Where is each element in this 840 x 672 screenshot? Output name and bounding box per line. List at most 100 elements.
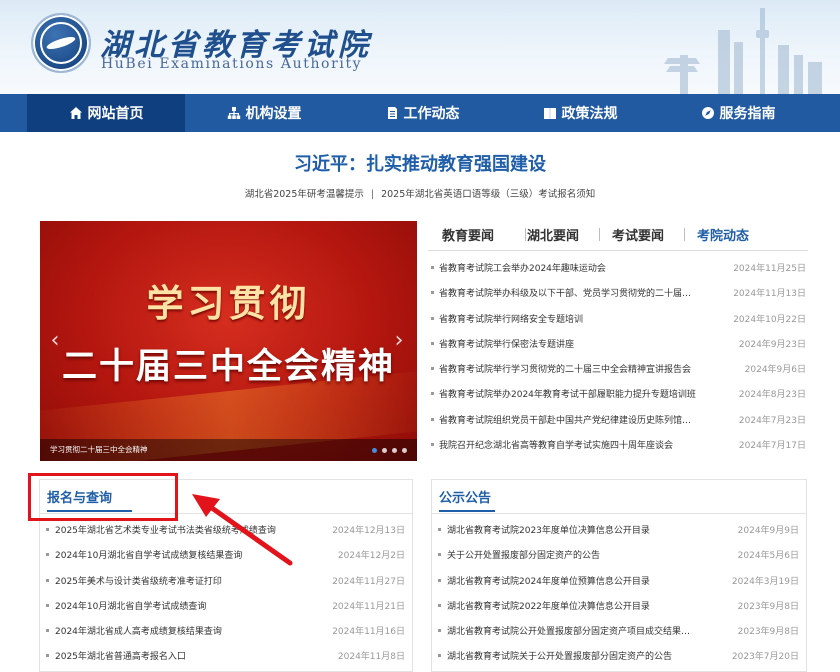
announcement-list-item[interactable]: 湖北省教育考试院2022年度单位决算信息公开目录 2023年9月8日 (432, 597, 806, 622)
news-carousel[interactable]: 学习贯彻 二十届三中全会精神 ‹ › 学习贯彻二十届三中全会精神 (40, 221, 417, 461)
item-date: 2023年9月8日 (737, 627, 799, 638)
headline-link[interactable]: 习近平：扎实推动教育强国建设 (0, 150, 840, 176)
item-title[interactable]: 2024年湖北省成人高考成绩复核结果查询 (55, 624, 320, 637)
nav-item-home[interactable]: 网站首页 (27, 94, 185, 132)
carousel-dot[interactable] (372, 448, 377, 453)
registration-list-item[interactable]: 2024年10月湖北省自学考试成绩查询 2024年11月21日 (40, 597, 412, 622)
news-list-item[interactable]: 省教育考试院举办科级及以下干部、党员学习贯彻党的二十届… 2024年11月13日 (428, 283, 808, 308)
registration-list-item[interactable]: 2025年美术与设计类省级统考准考证打印 2024年11月27日 (40, 572, 412, 597)
announcement-list-item[interactable]: 关于公开处置报废部分固定资产的公告 2024年5月6日 (432, 546, 806, 571)
news-title[interactable]: 省教育考试院工会举办2024年趣味运动会 (439, 261, 729, 274)
news-date: 2024年11月25日 (733, 264, 806, 274)
nav-item-work-news[interactable]: 工作动态 (343, 94, 501, 132)
nav-item-service-guide[interactable]: 服务指南 (659, 94, 817, 132)
news-list-item[interactable]: 我院召开纪念湖北省高等教育自学考试实施四十周年座谈会 2024年7月17日 (428, 435, 808, 460)
list-bullet (438, 553, 441, 557)
list-bullet (438, 603, 441, 607)
carousel-next-button[interactable]: › (389, 327, 409, 355)
tab-hubei-news[interactable]: 湖北要闻 (527, 225, 579, 244)
news-list-item[interactable]: 省教育考试院举行网络安全专题培训 2024年10月22日 (428, 309, 808, 334)
registration-query-list: 2025年湖北省艺术类专业考试书法类省级统考成绩查询 2024年12月13日 202… (40, 521, 412, 672)
news-tabs: 教育要闻 湖北要闻 考试要闻 考院动态 (428, 225, 808, 251)
item-title[interactable]: 关于公开处置报废部分固定资产的公告 (447, 548, 712, 561)
news-date: 2024年10月22日 (733, 314, 806, 325)
registration-query-title[interactable]: 报名与查询 (47, 487, 112, 506)
news-list-item[interactable]: 省教育考试院工会举办2024年趣味运动会 2024年11月25日 (428, 258, 808, 283)
panel-header: 公示公告 (432, 480, 806, 514)
announcement-list-item[interactable]: 湖北省教育考试院2024年度单位预算信息公开目录 2024年3月19日 (432, 572, 806, 597)
news-date: 2024年7月17日 (738, 441, 806, 452)
news-title[interactable]: 省教育考试院举行网络安全专题培训 (439, 312, 729, 325)
document-icon (385, 106, 399, 120)
tab-separator (599, 228, 600, 241)
item-title[interactable]: 2024年10月湖北省自学考试成绩查询 (55, 599, 320, 612)
nav-item-organization[interactable]: 机构设置 (185, 94, 343, 132)
news-title[interactable]: 省教育考试院组织党员干部赴中国共产党纪律建设历史陈列馆… (439, 413, 729, 426)
list-bullet (431, 392, 434, 396)
book-icon (543, 106, 557, 120)
carousel-dot[interactable] (402, 448, 407, 453)
tab-separator (525, 228, 526, 241)
announcement-list-item[interactable]: 湖北省教育考试院关于公开处置报废部分固定资产的公告 2023年7月20日 (432, 647, 806, 672)
item-date: 2024年12月13日 (332, 526, 405, 536)
item-title[interactable]: 湖北省教育考试院2022年度单位决算信息公开目录 (447, 599, 712, 612)
carousel-dot[interactable] (382, 448, 387, 453)
carousel-slide-subheading: 二十届三中全会精神 (61, 347, 395, 387)
list-bullet (46, 553, 49, 557)
item-date: 2024年11月21日 (332, 601, 405, 612)
notice-separator: | (370, 189, 375, 200)
news-title[interactable]: 省教育考试院举行学习贯彻党的二十届三中全会精神宣讲报告会 (439, 362, 729, 375)
list-bullet (46, 654, 49, 658)
announcements-title[interactable]: 公示公告 (439, 487, 491, 506)
registration-list-item[interactable]: 2024年湖北省成人高考成绩复核结果查询 2024年11月16日 (40, 622, 412, 647)
tab-exam-news[interactable]: 考试要闻 (612, 225, 664, 244)
notice-link-oral-english[interactable]: 2025年湖北省英语口语等级（三级）考试报名须知 (381, 189, 595, 200)
tab-education-news[interactable]: 教育要闻 (442, 225, 494, 244)
item-title[interactable]: 湖北省教育考试院关于公开处置报废部分固定资产的公告 (447, 649, 712, 662)
registration-list-item[interactable]: 2025年湖北省艺术类专业考试书法类省级统考成绩查询 2024年12月13日 (40, 521, 412, 546)
registration-list-item[interactable]: 2024年10月湖北省自学考试成绩复核结果查询 2024年12月2日 (40, 546, 412, 571)
item-date: 2024年11月16日 (332, 627, 405, 638)
news-list-item[interactable]: 省教育考试院举办2024年教育考试干部履职能力提升专题培训班 2024年8月23日 (428, 384, 808, 409)
list-bullet (431, 367, 434, 371)
notice-bar: 湖北省2025年研考温馨提示 | 2025年湖北省英语口语等级（三级）考试报名须知 (0, 186, 840, 200)
item-title[interactable]: 2024年10月湖北省自学考试成绩复核结果查询 (55, 548, 320, 561)
nav-label: 工作动态 (403, 106, 460, 122)
news-title[interactable]: 省教育考试院举办2024年教育考试干部履职能力提升专题培训班 (439, 387, 729, 400)
list-bullet (46, 578, 49, 582)
carousel-prev-button[interactable]: ‹ (45, 327, 65, 355)
item-date: 2023年7月20日 (731, 652, 799, 663)
compass-icon (701, 106, 715, 120)
announcements-panel: 公示公告 湖北省教育考试院2023年度单位决算信息公开目录 2024年9月9日 关于… (431, 479, 807, 672)
carousel-dot[interactable] (392, 448, 397, 453)
item-title[interactable]: 2025年湖北省艺术类专业考试书法类省级统考成绩查询 (55, 523, 320, 536)
item-title[interactable]: 2025年美术与设计类省级统考准考证打印 (55, 574, 320, 587)
news-title[interactable]: 省教育考试院举办科级及以下干部、党员学习贯彻党的二十届… (439, 286, 729, 299)
hubei-exam-seal-logo[interactable] (31, 13, 91, 73)
list-bullet (431, 316, 434, 320)
registration-list-item[interactable]: 2025年湖北省普通高考报名入口 2024年11月8日 (40, 647, 412, 672)
news-list-item[interactable]: 省教育考试院举行保密法专题讲座 2024年9月23日 (428, 334, 808, 359)
item-title[interactable]: 湖北省教育考试院2023年度单位决算信息公开目录 (447, 523, 712, 536)
list-bullet (431, 291, 434, 295)
list-bullet (431, 417, 434, 421)
nav-label: 机构设置 (245, 106, 302, 122)
news-list-item[interactable]: 省教育考试院组织党员干部赴中国共产党纪律建设历史陈列馆… 2024年7月23日 (428, 410, 808, 435)
list-bullet (46, 603, 49, 607)
item-title[interactable]: 2025年湖北省普通高考报名入口 (55, 649, 320, 662)
item-title[interactable]: 湖北省教育考试院公开处置报废部分固定资产项目成交结果… (447, 624, 712, 637)
item-date: 2023年9月8日 (737, 601, 799, 612)
site-header: 湖北省教育考试院 HuBei Examinations Authority (0, 0, 840, 94)
nav-item-policies[interactable]: 政策法规 (501, 94, 659, 132)
announcement-list-item[interactable]: 湖北省教育考试院2023年度单位决算信息公开目录 2024年9月9日 (432, 521, 806, 546)
panel-title-underline (439, 510, 495, 512)
announcement-list-item[interactable]: 湖北省教育考试院公开处置报废部分固定资产项目成交结果… 2023年9月8日 (432, 622, 806, 647)
item-title[interactable]: 湖北省教育考试院2024年度单位预算信息公开目录 (447, 574, 712, 587)
notice-link-grad-exam[interactable]: 湖北省2025年研考温馨提示 (245, 189, 364, 200)
item-date: 2024年11月27日 (332, 576, 405, 587)
tab-institute-news[interactable]: 考院动态 (697, 225, 749, 244)
news-title[interactable]: 我院召开纪念湖北省高等教育自学考试实施四十周年座谈会 (439, 438, 729, 451)
news-list-item[interactable]: 省教育考试院举行学习贯彻党的二十届三中全会精神宣讲报告会 2024年9月6日 (428, 359, 808, 384)
news-title[interactable]: 省教育考试院举行保密法专题讲座 (439, 337, 729, 350)
carousel-caption[interactable]: 学习贯彻二十届三中全会精神 (50, 444, 148, 455)
